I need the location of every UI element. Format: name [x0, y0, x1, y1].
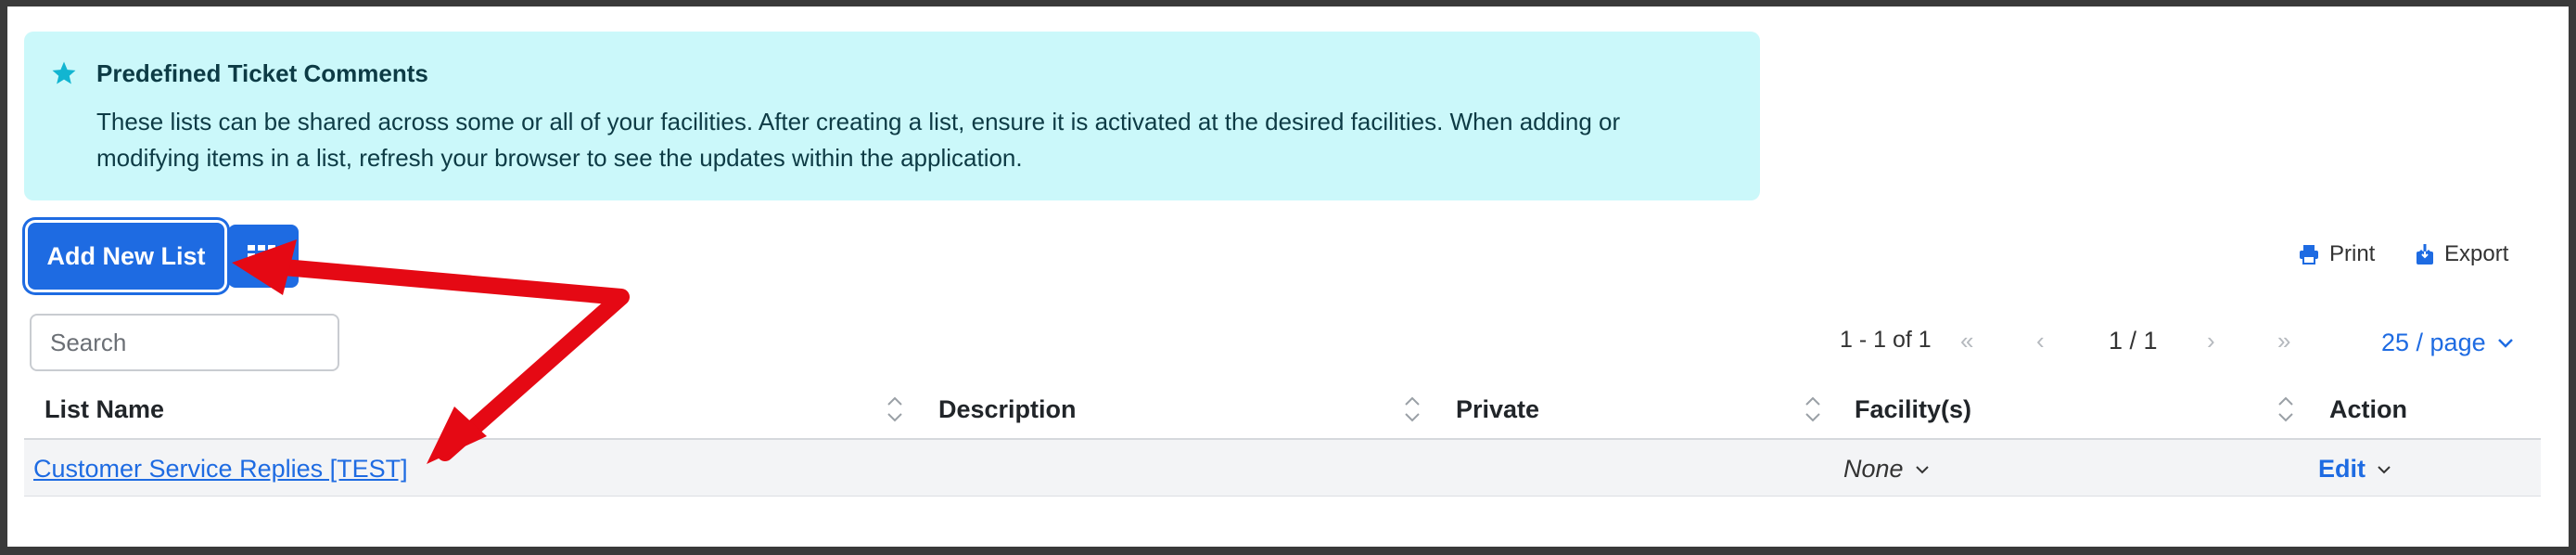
column-header-list-name[interactable]: List Name	[45, 395, 164, 424]
page-size-select[interactable]: 25 / page	[2381, 329, 2514, 357]
export-button[interactable]: Export	[2415, 241, 2508, 267]
next-page-icon[interactable]: ›	[2207, 327, 2215, 355]
column-header-action: Action	[2329, 395, 2407, 423]
chevron-down-icon	[2497, 338, 2513, 348]
info-title: Predefined Ticket Comments	[96, 59, 428, 87]
search-input[interactable]	[30, 314, 339, 371]
chevron-down-icon	[2378, 465, 2391, 473]
print-label: Print	[2329, 241, 2376, 266]
chevron-down-icon	[1915, 465, 1929, 473]
facility-select[interactable]: None	[1843, 455, 1930, 484]
export-label: Export	[2444, 241, 2509, 266]
grid-icon	[248, 245, 275, 259]
list-name-link[interactable]: Customer Service Replies [TEST]	[33, 455, 408, 484]
table-row-divider	[24, 496, 2541, 497]
sort-icon[interactable]	[1402, 394, 1422, 425]
column-header-description[interactable]: Description	[938, 395, 1077, 424]
column-chooser-button[interactable]	[228, 225, 299, 288]
print-button[interactable]: Print	[2298, 241, 2375, 267]
add-new-list-button[interactable]: Add New List	[28, 223, 224, 290]
info-panel: Predefined Ticket Comments These lists c…	[24, 32, 1760, 200]
page-size-value: 25 / page	[2381, 329, 2486, 356]
column-header-facilities[interactable]: Facility(s)	[1855, 395, 1971, 424]
page-indicator: 1 / 1	[2109, 327, 2158, 355]
facility-value: None	[1843, 455, 1904, 483]
previous-page-icon[interactable]: ‹	[2036, 327, 2045, 355]
column-header-private[interactable]: Private	[1456, 395, 1539, 424]
sort-icon[interactable]	[2276, 394, 2296, 425]
first-page-icon[interactable]: «	[1960, 327, 1973, 355]
sort-icon[interactable]	[1803, 394, 1823, 425]
last-page-icon[interactable]: »	[2277, 327, 2290, 355]
printer-icon	[2300, 245, 2318, 265]
star-icon	[52, 61, 76, 84]
edit-action-button[interactable]: Edit	[2318, 455, 2391, 484]
export-icon	[2417, 244, 2433, 265]
edit-label: Edit	[2318, 455, 2366, 483]
info-body: These lists can be shared across some or…	[96, 108, 1621, 172]
pagination-range: 1 - 1 of 1	[1840, 327, 1932, 353]
sort-icon[interactable]	[885, 394, 905, 425]
